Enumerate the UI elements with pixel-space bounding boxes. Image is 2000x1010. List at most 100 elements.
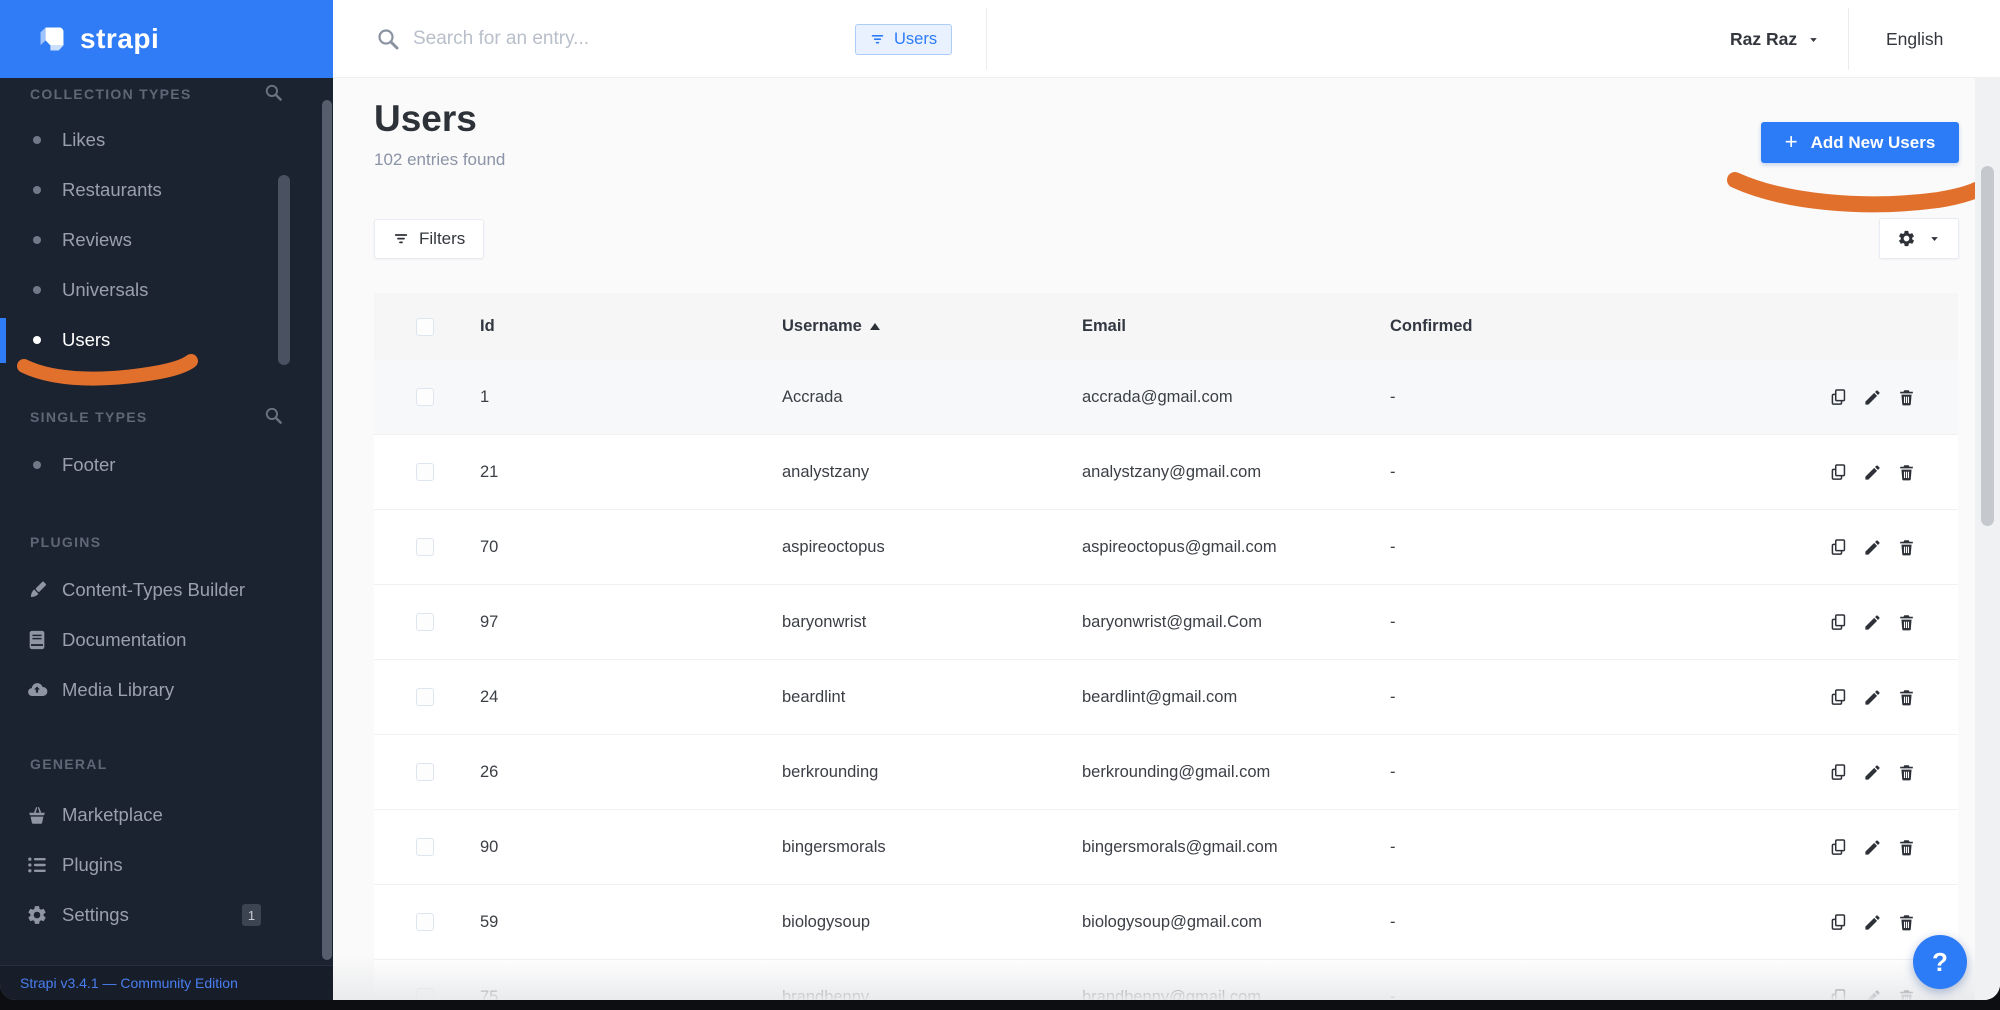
row-checkbox[interactable] [416, 988, 434, 1000]
sidebar-item-users[interactable]: Users [0, 315, 300, 365]
sidebar-item-documentation[interactable]: Documentation [0, 615, 300, 665]
edit-pencil-icon[interactable] [1863, 463, 1882, 482]
cell-confirmed: - [1390, 612, 1396, 631]
filter-icon [393, 231, 409, 247]
table-header-row: Id Username Email Confirmed [374, 293, 1958, 360]
sidebar-item-content-types-builder[interactable]: Content-Types Builder [0, 565, 300, 615]
table-row[interactable]: 90 bingersmorals bingersmorals@gmail.com… [374, 810, 1958, 885]
search-icon [376, 27, 400, 51]
bullet-icon [33, 136, 41, 144]
delete-trash-icon[interactable] [1897, 613, 1916, 632]
paint-brush-icon [26, 579, 48, 601]
help-button[interactable]: ? [1913, 935, 1967, 989]
sidebar-item-restaurants[interactable]: Restaurants [0, 165, 300, 215]
delete-trash-icon[interactable] [1897, 463, 1916, 482]
filters-button[interactable]: Filters [374, 219, 485, 259]
duplicate-icon[interactable] [1829, 388, 1848, 407]
page-scrollbar-track[interactable] [1975, 78, 2000, 1000]
edit-pencil-icon[interactable] [1863, 538, 1882, 557]
sidebar-item-label: Media Library [62, 679, 175, 700]
cell-id: 59 [480, 912, 499, 931]
view-settings-dropdown[interactable] [1879, 218, 1959, 259]
cell-username: aspireoctopus [782, 537, 885, 556]
duplicate-icon[interactable] [1829, 763, 1848, 782]
table-row[interactable]: 59 biologysoup biologysoup@gmail.com - [374, 885, 1958, 960]
duplicate-icon[interactable] [1829, 538, 1848, 557]
duplicate-icon[interactable] [1829, 463, 1848, 482]
language-menu[interactable]: English [1886, 0, 1943, 78]
row-checkbox[interactable] [416, 838, 434, 856]
delete-trash-icon[interactable] [1897, 538, 1916, 557]
row-checkbox[interactable] [416, 613, 434, 631]
edit-pencil-icon[interactable] [1863, 688, 1882, 707]
delete-trash-icon[interactable] [1897, 763, 1916, 782]
row-actions [1798, 538, 1958, 557]
add-new-users-button[interactable]: + Add New Users [1761, 122, 1959, 163]
column-header-email[interactable]: Email [1082, 317, 1390, 336]
version-link[interactable]: Strapi v3.4.1 — Community Edition [20, 975, 238, 991]
column-header-confirmed[interactable]: Confirmed [1390, 317, 1798, 336]
search-scope-chip[interactable]: Users [855, 24, 953, 55]
select-all-checkbox[interactable] [416, 317, 434, 336]
sidebar-item-label: Settings [62, 904, 129, 925]
table-row[interactable]: 97 baryonwrist baryonwrist@gmail.Com - [374, 585, 1958, 660]
search-input[interactable] [413, 20, 753, 58]
edit-pencil-icon[interactable] [1863, 763, 1882, 782]
edit-pencil-icon[interactable] [1863, 388, 1882, 407]
table-row[interactable]: 21 analystzany analystzany@gmail.com - [374, 435, 1958, 510]
topbar: Users Raz Raz English [333, 0, 2000, 78]
settings-badge: 1 [242, 904, 261, 926]
edit-pencil-icon[interactable] [1863, 988, 1882, 1000]
sidebar-item-universals[interactable]: Universals [0, 265, 300, 315]
row-checkbox[interactable] [416, 688, 434, 706]
single-types-search-icon[interactable] [264, 406, 283, 425]
plus-icon: + [1784, 128, 1798, 154]
row-checkbox[interactable] [416, 763, 434, 781]
page-scrollbar-thumb[interactable] [1981, 166, 1994, 526]
sidebar-item-reviews[interactable]: Reviews [0, 215, 300, 265]
edit-pencil-icon[interactable] [1863, 613, 1882, 632]
table-row[interactable]: 75 brandbenny brandbenny@gmail.com - [374, 960, 1958, 1000]
collection-types-search-icon[interactable] [264, 83, 283, 102]
duplicate-icon[interactable] [1829, 688, 1848, 707]
table-row[interactable]: 26 berkrounding berkrounding@gmail.com - [374, 735, 1958, 810]
row-checkbox[interactable] [416, 463, 434, 481]
strapi-logo[interactable]: strapi [0, 0, 333, 78]
sidebar-item-marketplace[interactable]: Marketplace [0, 790, 300, 840]
column-header-username[interactable]: Username [782, 317, 1082, 336]
row-actions [1798, 763, 1958, 782]
table-row[interactable]: 70 aspireoctopus aspireoctopus@gmail.com… [374, 510, 1958, 585]
cell-email: analystzany@gmail.com [1082, 462, 1262, 481]
cell-email: baryonwrist@gmail.Com [1082, 612, 1262, 631]
sidebar-item-media-library[interactable]: Media Library [0, 665, 300, 715]
table-row[interactable]: 24 beardlint beardlint@gmail.com - [374, 660, 1958, 735]
edit-pencil-icon[interactable] [1863, 838, 1882, 857]
duplicate-icon[interactable] [1829, 613, 1848, 632]
edit-pencil-icon[interactable] [1863, 913, 1882, 932]
sidebar-item-settings[interactable]: Settings 1 [0, 890, 300, 940]
duplicate-icon[interactable] [1829, 913, 1848, 932]
delete-trash-icon[interactable] [1897, 913, 1916, 932]
delete-trash-icon[interactable] [1897, 838, 1916, 857]
cell-confirmed: - [1390, 912, 1396, 931]
delete-trash-icon[interactable] [1897, 988, 1916, 1000]
sidebar-item-label: Restaurants [62, 179, 162, 200]
row-checkbox[interactable] [416, 538, 434, 556]
duplicate-icon[interactable] [1829, 988, 1848, 1000]
collection-list-scrollbar-thumb[interactable] [278, 175, 290, 365]
delete-trash-icon[interactable] [1897, 388, 1916, 407]
duplicate-icon[interactable] [1829, 838, 1848, 857]
sidebar-item-footer[interactable]: Footer [0, 440, 300, 490]
row-actions [1798, 838, 1958, 857]
sidebar-scrollbar-thumb[interactable] [322, 100, 332, 960]
sidebar-item-plugins[interactable]: Plugins [0, 840, 300, 890]
column-header-id[interactable]: Id [480, 317, 782, 336]
sidebar-item-likes[interactable]: Likes [0, 115, 300, 165]
table-row[interactable]: 1 Accrada accrada@gmail.com - [374, 360, 1958, 435]
cell-username: berkrounding [782, 762, 879, 781]
row-checkbox[interactable] [416, 913, 434, 931]
delete-trash-icon[interactable] [1897, 688, 1916, 707]
user-menu[interactable]: Raz Raz [1730, 0, 1819, 78]
row-checkbox[interactable] [416, 388, 434, 406]
cell-username: Accrada [782, 387, 843, 406]
